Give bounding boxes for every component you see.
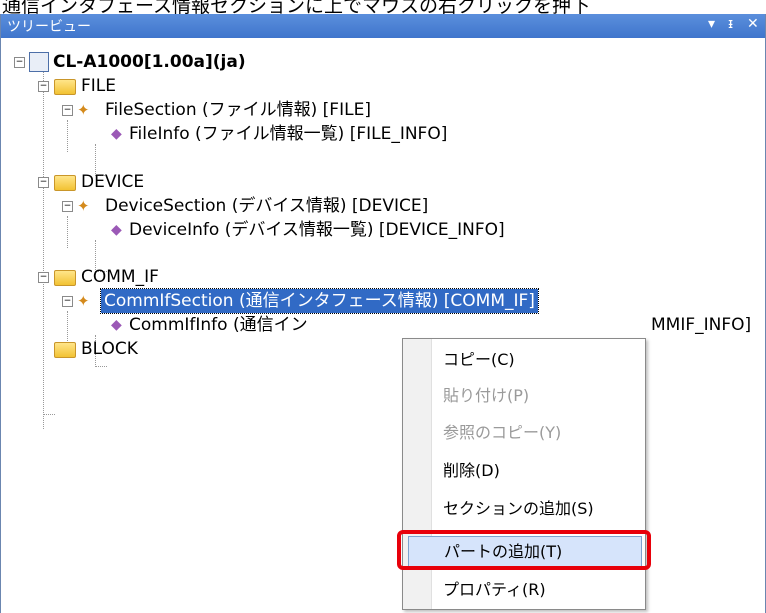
folder-icon <box>54 175 76 191</box>
tree-node-device-info[interactable]: ◆ DeviceInfo (デバイス情報一覧) [DEVICE_INFO] <box>1 218 651 242</box>
menu-item-delete[interactable]: 削除(D) <box>433 456 639 486</box>
collapse-icon[interactable]: − <box>14 57 25 68</box>
folder-icon <box>54 79 76 95</box>
tree-view-panel: ツリービュー ▾ ᵻ ✕ − CL-A1000[1.00a](ja) − FIL… <box>0 14 766 613</box>
tree-node-block[interactable]: BLOCK <box>1 337 401 361</box>
dropdown-icon[interactable]: ▾ <box>708 16 715 32</box>
tree-node-root[interactable]: − CL-A1000[1.00a](ja) <box>1 50 401 74</box>
menu-item-copy[interactable]: コピー(C) <box>433 345 639 375</box>
section-icon: ✦ <box>77 197 90 215</box>
folder-icon <box>54 270 76 286</box>
selected-node-label: CommIfSection (通信インタフェース情報) [COMM_IF] <box>100 288 539 314</box>
collapse-icon[interactable]: − <box>38 177 49 188</box>
panel-title-bar: ツリービュー ▾ ᵻ ✕ <box>1 14 765 38</box>
collapse-icon[interactable]: − <box>38 81 49 92</box>
project-icon <box>29 52 49 72</box>
section-icon: ✦ <box>77 101 90 119</box>
tree-node-file-section[interactable]: − ✦ FileSection (ファイル情報) [FILE] <box>1 98 601 122</box>
folder-icon <box>54 342 76 358</box>
highlight-annotation <box>397 530 651 570</box>
collapse-icon[interactable]: − <box>62 105 73 116</box>
menu-item-copy-reference[interactable]: 参照のコピー(Y) <box>433 418 639 448</box>
instruction-text: 通信インタフェース情報セクションに上でマウスの右クリックを押下 <box>2 0 591 14</box>
instruction-strip: 通信インタフェース情報セクションに上でマウスの右クリックを押下 <box>0 0 766 14</box>
part-icon: ◆ <box>111 222 122 238</box>
pin-icon[interactable]: ᵻ <box>728 16 733 32</box>
tree-node-comm-section[interactable]: − ✦ CommIfSection (通信インタフェース情報) [COMM_IF… <box>1 288 701 314</box>
tree-node-device[interactable]: − DEVICE <box>1 170 401 194</box>
collapse-icon[interactable]: − <box>62 296 73 307</box>
panel-title: ツリービュー <box>7 19 91 35</box>
tree-node-comm-if[interactable]: − COMM_IF <box>1 265 401 289</box>
tree-node-file-info[interactable]: ◆ FileInfo (ファイル情報一覧) [FILE_INFO] <box>1 122 651 146</box>
part-icon: ◆ <box>111 126 122 142</box>
close-icon[interactable]: ✕ <box>747 16 759 32</box>
section-icon: ✦ <box>77 292 90 310</box>
tree-node-device-section[interactable]: − ✦ DeviceSection (デバイス情報) [DEVICE] <box>1 194 601 218</box>
menu-item-add-section[interactable]: セクションの追加(S) <box>433 494 639 524</box>
menu-item-properties[interactable]: プロパティ(R) <box>433 575 639 605</box>
tree-node-comm-info[interactable]: ◆ CommIfInfo (通信イン MMIF_INFO] <box>1 313 765 337</box>
tree-node-file[interactable]: − FILE <box>1 74 401 98</box>
menu-item-paste[interactable]: 貼り付け(P) <box>433 381 639 411</box>
collapse-icon[interactable]: − <box>38 272 49 283</box>
collapse-icon[interactable]: − <box>62 201 73 212</box>
tree: − CL-A1000[1.00a](ja) − FILE − ✦ FileSec… <box>1 38 765 613</box>
part-icon: ◆ <box>111 317 122 333</box>
